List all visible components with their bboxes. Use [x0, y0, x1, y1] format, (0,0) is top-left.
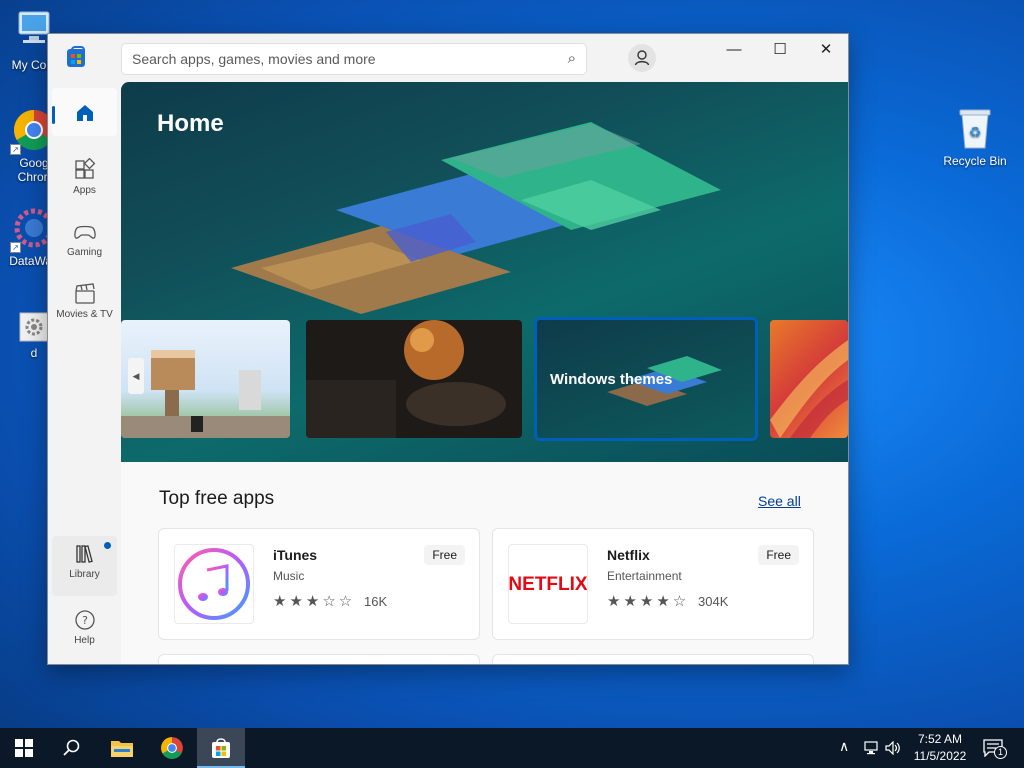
netflix-logo-text: NETFLIX	[509, 574, 587, 595]
nav-help-label: Help	[74, 635, 95, 646]
shortcut-arrow-icon: ↗	[10, 242, 21, 253]
nav-movies-tv-label: Movies & TV	[56, 309, 113, 320]
title-bar: Search apps, games, movies and more ⌕ — …	[48, 34, 848, 82]
clock[interactable]: 7:52 AM 11/5/2022	[905, 731, 975, 765]
notification-count-badge: 1	[994, 746, 1007, 759]
library-icon	[75, 545, 93, 563]
nav-apps[interactable]: Apps	[52, 152, 117, 208]
clapperboard-icon	[74, 283, 95, 304]
minimize-icon: —	[726, 41, 742, 58]
nav-gaming[interactable]: Gaming	[52, 214, 117, 270]
section-title: Top free apps	[159, 488, 275, 509]
app-name: Netflix	[607, 547, 650, 563]
nav-library-label: Library	[69, 569, 100, 580]
shortcut-arrow-icon: ↗	[10, 144, 21, 155]
volume-icon[interactable]	[885, 741, 901, 755]
carousel-card-minecraft[interactable]	[121, 320, 290, 438]
hero-artwork	[231, 122, 721, 314]
close-icon: ✕	[819, 41, 833, 58]
start-button[interactable]	[0, 728, 48, 768]
computer-icon	[18, 11, 50, 43]
search-input[interactable]: Search apps, games, movies and more ⌕	[121, 43, 587, 75]
app-card-itunes[interactable]: iTunes Music ★★★☆☆ 16K Free	[158, 528, 480, 640]
price-badge: Free	[758, 545, 799, 565]
action-center-button[interactable]: 1	[980, 736, 1010, 760]
desktop-icon-label: Recycle Bin	[943, 154, 1007, 168]
app-tile: NETFLIX	[508, 544, 588, 624]
rating-stars: ★★★★☆	[607, 593, 690, 610]
minecraft-artwork	[121, 350, 290, 438]
nav-apps-label: Apps	[73, 185, 96, 196]
gamepad-icon	[73, 225, 96, 239]
chrome-icon	[161, 737, 183, 759]
navigation-sidebar: Apps Gaming Movies & TV Library ? Help	[48, 82, 121, 664]
search-placeholder: Search apps, games, movies and more	[132, 51, 376, 67]
settings-file-icon	[19, 312, 49, 342]
nav-help[interactable]: ? Help	[52, 602, 117, 658]
store-logo-icon	[67, 46, 85, 67]
show-hidden-icons-button[interactable]: ∧	[839, 738, 849, 755]
see-all-link[interactable]: See all	[758, 493, 801, 509]
page-title: Home	[157, 110, 224, 137]
rating-stars: ★★★☆☆	[273, 593, 356, 610]
carousel-card-label: Windows themes	[550, 371, 673, 388]
taskbar-search-button[interactable]	[48, 728, 96, 768]
main-content: Home ◀ Windows themes Top free apps See …	[121, 82, 848, 664]
taskbar-microsoft-store[interactable]	[197, 728, 245, 768]
minimize-button[interactable]: —	[711, 34, 757, 66]
app-card-partial[interactable]	[158, 654, 480, 664]
app-category: Entertainment	[607, 569, 682, 583]
apps-icon	[74, 158, 95, 179]
nav-movies-tv[interactable]: Movies & TV	[52, 276, 117, 332]
carousel-card-windows-themes[interactable]: Windows themes	[534, 317, 758, 441]
maximize-icon: ☐	[773, 41, 787, 58]
rating-count: 16K	[364, 594, 388, 609]
close-button[interactable]: ✕	[803, 34, 848, 66]
nav-gaming-label: Gaming	[66, 247, 102, 258]
itunes-icon	[178, 548, 250, 620]
folder-icon	[111, 741, 133, 757]
taskbar-file-explorer[interactable]	[98, 728, 146, 768]
app-category: Music	[273, 569, 305, 583]
svg-text:?: ?	[82, 614, 88, 627]
windows-logo-icon	[15, 739, 33, 757]
carousel-card-wallpaper[interactable]	[770, 320, 848, 438]
home-icon	[76, 105, 93, 121]
desktop-icon-recycle-bin[interactable]: ♻ Recycle Bin	[937, 106, 1013, 168]
clock-date: 11/5/2022	[913, 749, 967, 763]
desktop-icon-label: d	[30, 346, 38, 360]
store-window: Search apps, games, movies and more ⌕ — …	[47, 33, 849, 665]
search-icon[interactable]: ⌕	[568, 44, 576, 74]
taskbar: ∧ 7:52 AM 11/5/2022 1	[0, 728, 1024, 768]
wallpaper-artwork	[770, 340, 848, 438]
carousel-previous-button[interactable]: ◀	[128, 358, 144, 394]
netflix-logo: NETFLIX	[508, 574, 587, 595]
nav-library[interactable]: Library	[52, 536, 117, 596]
taskbar-chrome[interactable]	[148, 728, 196, 768]
rating-count: 304K	[698, 594, 729, 609]
library-update-badge	[104, 542, 111, 549]
account-button[interactable]	[628, 44, 656, 72]
svg-text:♻: ♻	[969, 125, 982, 141]
price-badge: Free	[424, 545, 465, 565]
carousel-card-movie[interactable]	[306, 320, 522, 438]
recycle-bin-icon: ♻	[959, 109, 991, 149]
app-tile	[174, 544, 254, 624]
store-icon	[212, 738, 230, 758]
clock-time: 7:52 AM	[917, 732, 963, 746]
search-icon	[63, 739, 80, 756]
nav-home[interactable]	[52, 88, 117, 136]
app-name: iTunes	[273, 547, 318, 563]
app-card-partial[interactable]	[492, 654, 814, 664]
user-icon	[634, 50, 650, 66]
movie-artwork	[306, 320, 506, 438]
hero-banner[interactable]: Home ◀ Windows themes	[121, 82, 848, 462]
help-icon: ?	[74, 610, 95, 630]
app-card-netflix[interactable]: NETFLIX Netflix Entertainment ★★★★☆ 304K…	[492, 528, 814, 640]
maximize-button[interactable]: ☐	[757, 34, 803, 66]
network-icon[interactable]	[864, 741, 880, 755]
